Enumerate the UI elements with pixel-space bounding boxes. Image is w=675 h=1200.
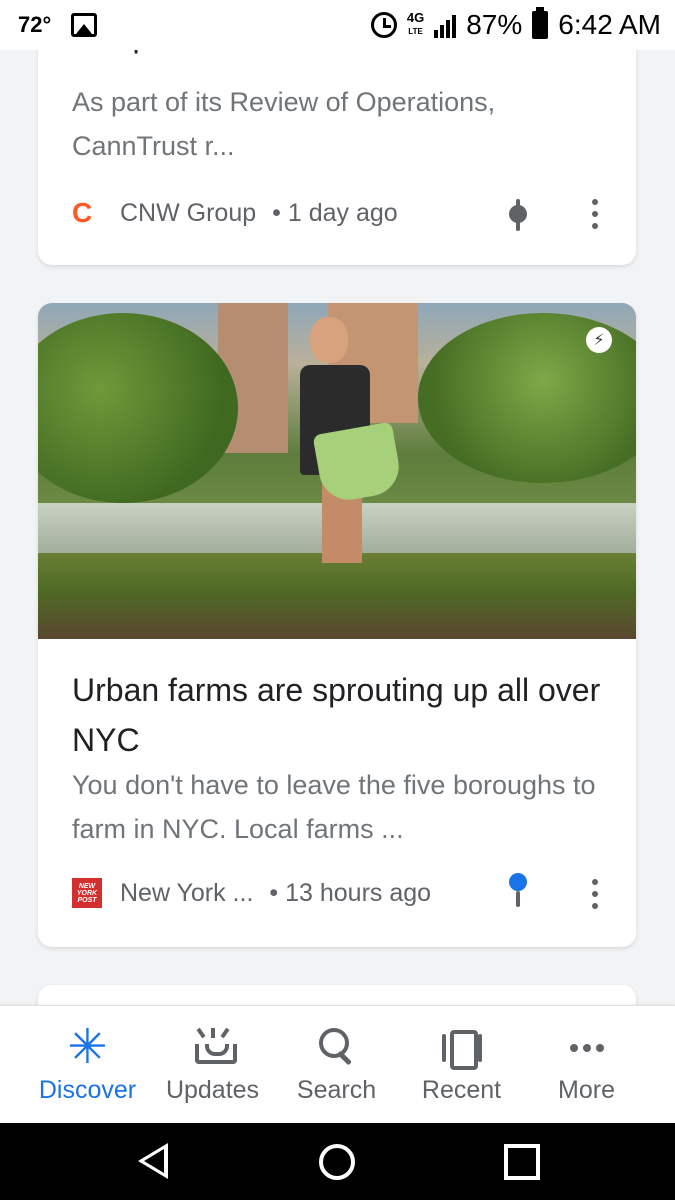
home-circle-icon[interactable]: [319, 1144, 355, 1180]
nav-recent[interactable]: Recent: [399, 1026, 524, 1116]
status-left: 72°: [18, 0, 98, 50]
system-navigation-bar: [0, 1123, 675, 1200]
battery-percent: 87%: [466, 9, 523, 40]
status-right: 4G LTE 87% 6:42 AM: [370, 0, 661, 50]
gallery-notification-icon: [71, 13, 98, 37]
network-type-label: 4G: [406, 10, 425, 25]
battery-icon: [532, 7, 549, 39]
card-title[interactable]: Urban farms are sprouting up all over NY…: [72, 665, 602, 765]
temperature-text: 72°: [18, 12, 52, 37]
more-options-icon[interactable]: [590, 879, 600, 909]
discover-asterisk-icon: ✳: [67, 1021, 108, 1074]
card-snippet: You don't have to leave the five borough…: [72, 770, 596, 844]
more-dots-icon: [565, 1026, 609, 1070]
alarm-icon: [370, 12, 397, 38]
amp-lightning-icon: ⚡: [586, 327, 612, 353]
nav-search[interactable]: Search: [274, 1026, 399, 1116]
story-indicator-icon[interactable]: [509, 873, 527, 909]
card-meta-row: NEW YORK POST New York ... • 13 hours ag…: [72, 873, 606, 913]
search-icon: [315, 1026, 359, 1070]
nav-more[interactable]: More: [524, 1026, 649, 1116]
updates-tray-icon: [191, 1026, 237, 1070]
card-meta-row: C CNW Group • 1 day ago: [72, 193, 606, 233]
publish-time: • 1 day ago: [272, 198, 398, 227]
signal-strength-icon: [434, 12, 457, 38]
nav-label: More: [558, 1076, 615, 1104]
publish-time: • 13 hours ago: [269, 878, 432, 907]
nav-label: Discover: [38, 1076, 137, 1104]
clock-time: 6:42 AM: [558, 9, 661, 40]
card-snippet: As part of its Review of Operations, Can…: [72, 87, 496, 161]
bottom-navigation: ✳ Discover Updates Search Recent More: [0, 1005, 675, 1124]
story-indicator-icon[interactable]: [509, 197, 527, 233]
status-bar: 72° 4G LTE 87% 6:42 AM: [0, 0, 675, 50]
article-image[interactable]: ⚡: [38, 303, 636, 639]
recents-square-icon[interactable]: [504, 1144, 540, 1180]
network-sub-label: LTE: [408, 27, 423, 36]
news-card[interactable]: ⚡ Urban farms are sprouting up all over …: [38, 303, 636, 947]
nypost-logo-icon: NEW YORK POST: [72, 878, 102, 908]
source-name[interactable]: New York ...: [120, 879, 253, 908]
nav-label: Updates: [165, 1076, 260, 1104]
nav-updates[interactable]: Updates: [150, 1026, 275, 1116]
recent-cards-icon: [440, 1026, 484, 1070]
source-name[interactable]: CNW Group: [120, 199, 256, 228]
nav-discover[interactable]: ✳ Discover: [25, 1021, 150, 1116]
more-options-icon[interactable]: [590, 199, 600, 229]
nypost-logo-text: NEW YORK POST: [76, 882, 98, 904]
network-type-icon: 4G LTE: [406, 10, 425, 38]
nav-label: Search: [296, 1076, 377, 1104]
source-logo-icon: C: [72, 197, 93, 228]
nav-label: Recent: [421, 1076, 502, 1104]
back-triangle-icon[interactable]: [138, 1143, 168, 1179]
